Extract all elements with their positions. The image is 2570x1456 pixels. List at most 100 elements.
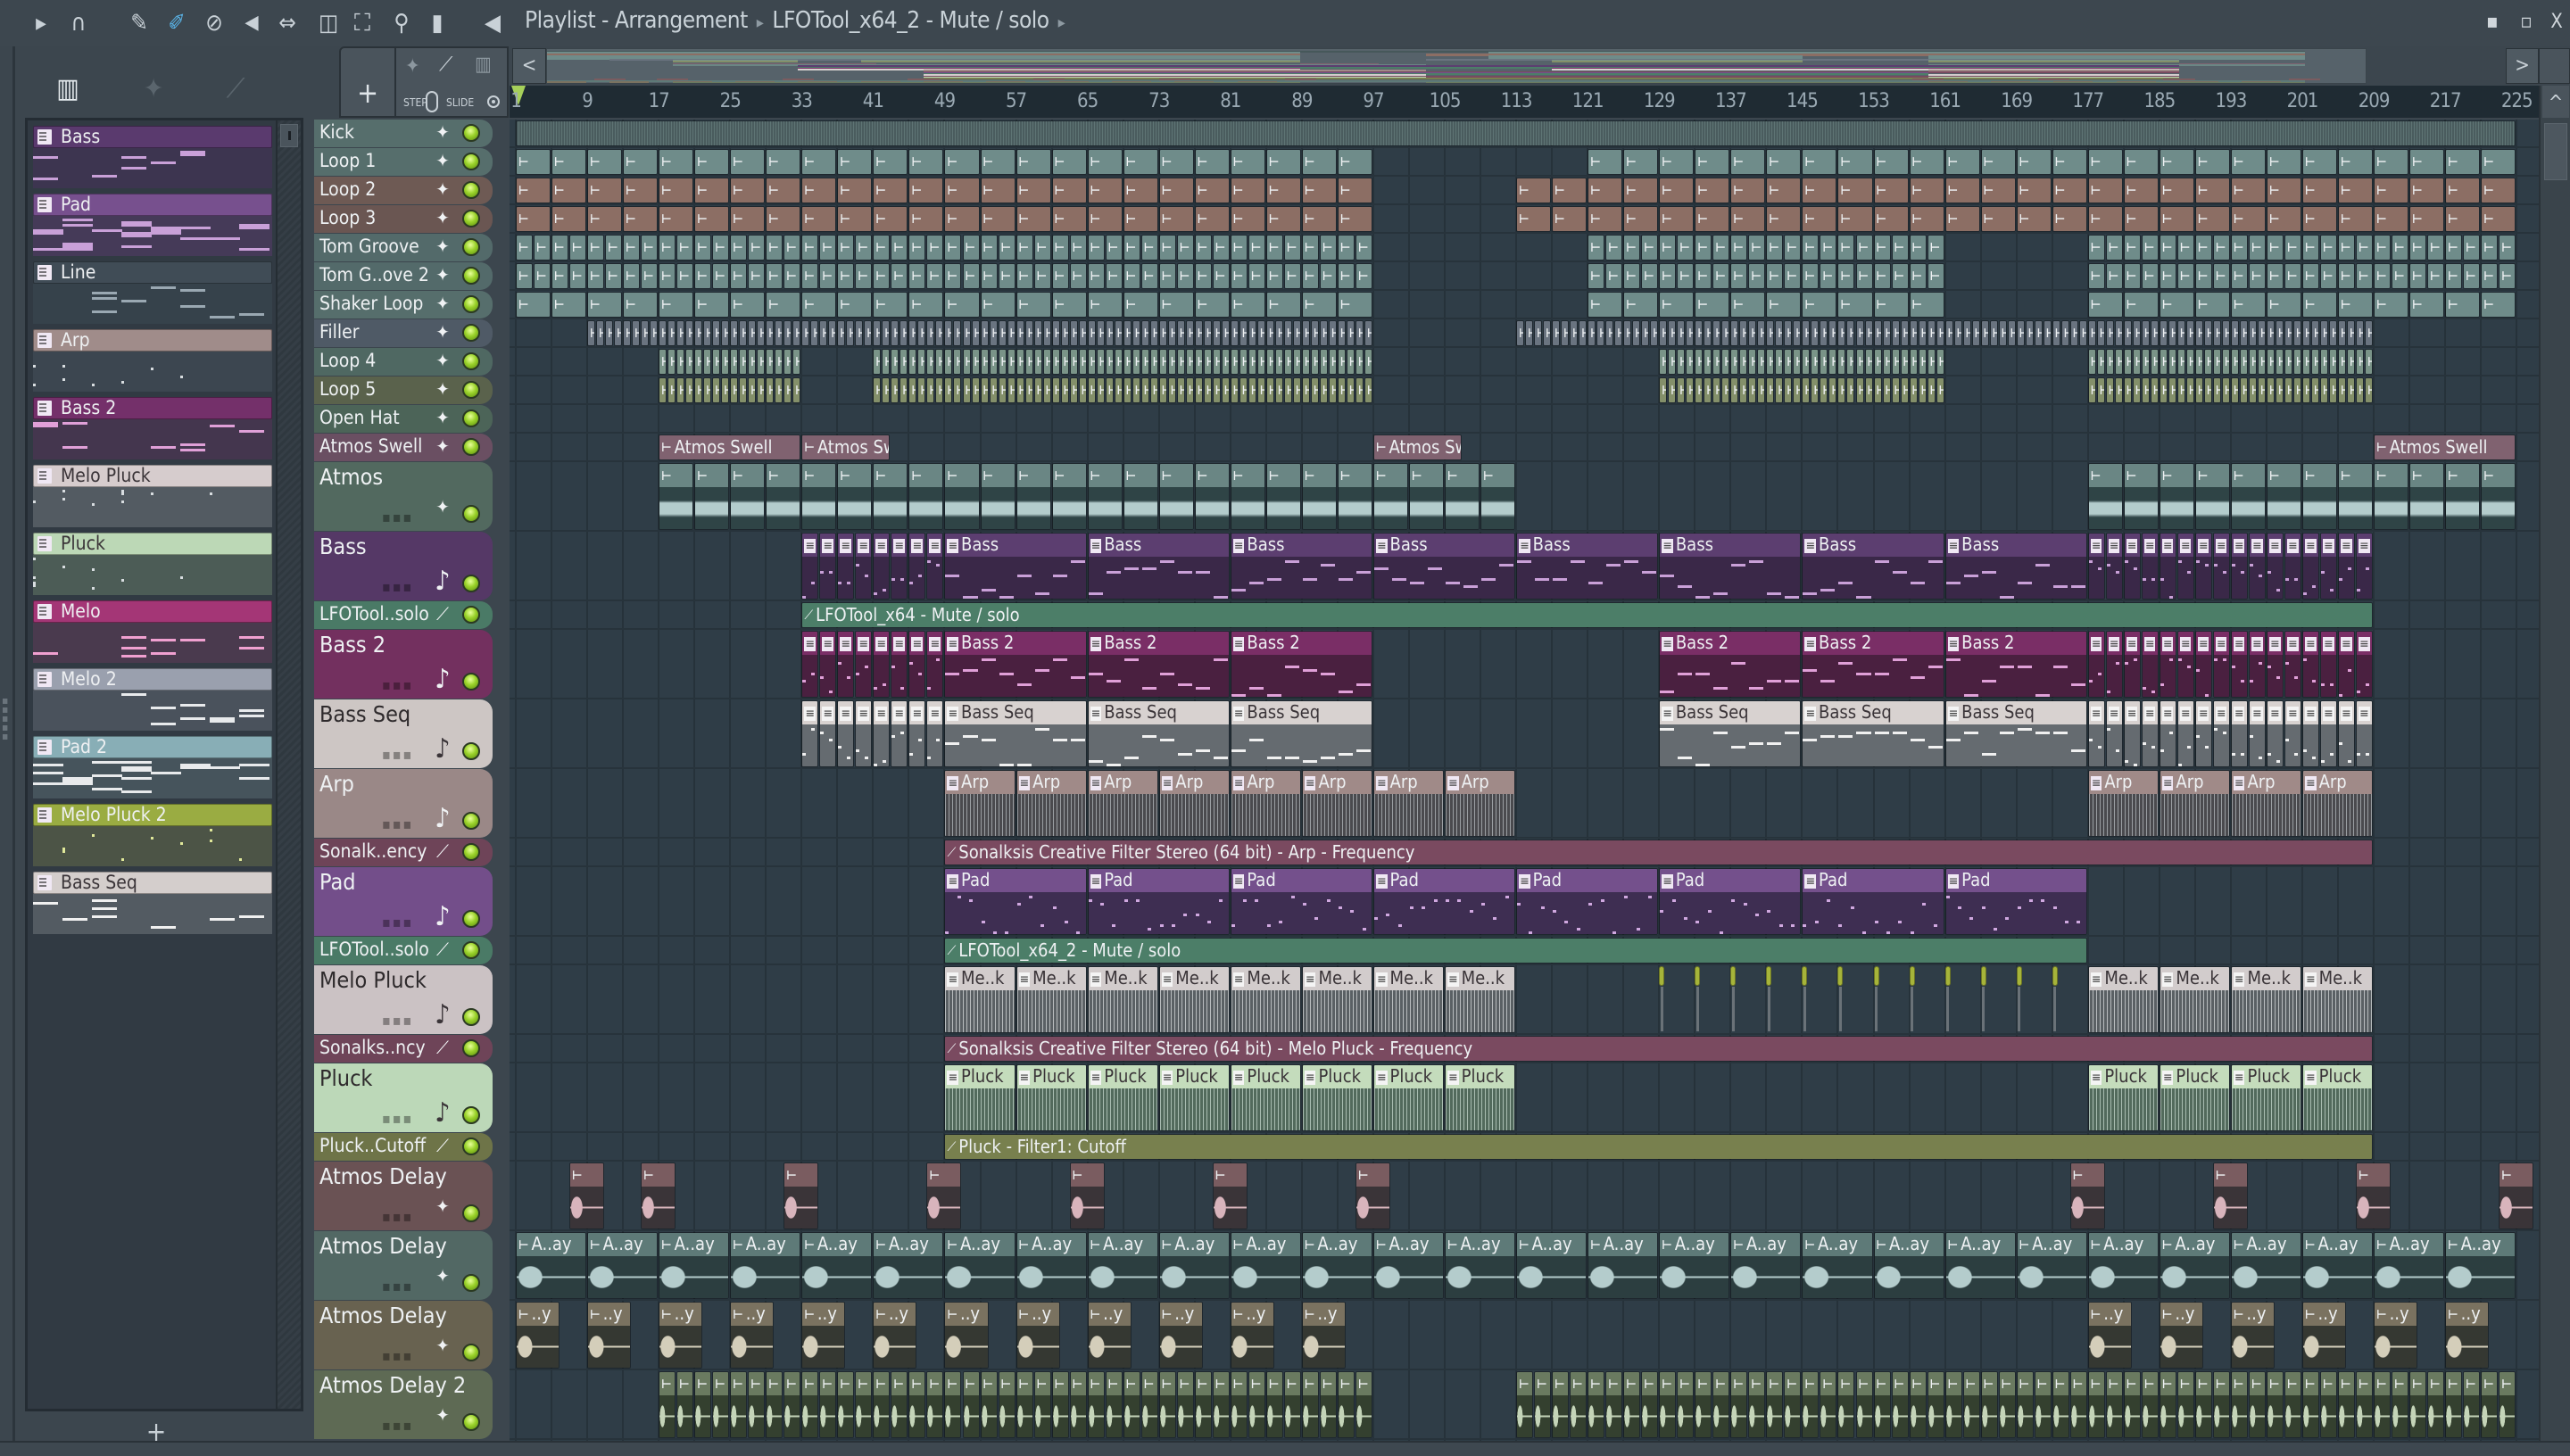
audio-clip[interactable]: ⊢ — [1516, 320, 1525, 346]
audio-clip[interactable]: ⊢ — [2159, 149, 2194, 175]
audio-clip[interactable]: ⊢ — [766, 320, 775, 346]
audio-clip[interactable]: ⊢ — [1837, 292, 1873, 318]
automation-clip-icon[interactable]: ⟋ — [439, 54, 452, 76]
audio-clip[interactable]: ⊢ — [1328, 320, 1337, 346]
audio-clip[interactable]: ⊢ — [1748, 235, 1766, 261]
audio-clip[interactable]: ⊢ — [1265, 292, 1301, 318]
audio-clip[interactable]: ⊢ — [1936, 320, 1944, 346]
pattern-clip[interactable]: ≡ — [2087, 631, 2105, 698]
audio-clip[interactable]: ⊢ — [587, 235, 605, 261]
mute-icon[interactable]: ◀ — [237, 9, 266, 37]
audio-clip[interactable]: ⊢ — [1087, 235, 1105, 261]
audio-clip[interactable]: ⊢ — [891, 235, 908, 261]
audio-clip[interactable]: ⊢ — [1936, 349, 1944, 375]
track-mute-led[interactable] — [462, 505, 480, 523]
audio-clip[interactable]: ⊢ — [1016, 292, 1051, 318]
audio-clip[interactable]: ⊢ — [667, 349, 676, 375]
audio-clip[interactable]: ⊢ — [1775, 320, 1784, 346]
audio-clip[interactable]: ⊢ — [1364, 377, 1372, 403]
audio-clip[interactable]: ⊢ — [2445, 263, 2463, 289]
audio-clip[interactable]: ⊢ — [1605, 235, 1623, 261]
audio-clip[interactable]: ⊢ — [2338, 178, 2374, 203]
audio-clip[interactable]: ⊢ — [766, 149, 801, 175]
track-options-icon[interactable]: ▪▪▪ — [382, 676, 413, 693]
audio-clip[interactable]: ⊢ — [1686, 377, 1695, 403]
audio-clip[interactable]: ⊢ — [2123, 235, 2141, 261]
audio-clip[interactable]: ⊢ — [2176, 235, 2194, 261]
track-mute-led[interactable] — [462, 210, 480, 228]
audio-clip[interactable]: ⊢ — [712, 263, 730, 289]
audio-clip[interactable]: ⊢ — [1337, 235, 1355, 261]
audio-clip[interactable]: ⊢ — [2338, 206, 2374, 232]
audio-clip[interactable]: ⊢ — [551, 206, 587, 232]
audio-clip[interactable]: ⊢ — [1337, 349, 1346, 375]
audio-clip[interactable]: ⊢ — [516, 178, 551, 203]
audio-clip[interactable]: ⊢ — [2221, 377, 2230, 403]
audio-clip[interactable]: ⊢ — [1087, 320, 1096, 346]
audio-clip[interactable]: ⊢ — [1158, 235, 1176, 261]
audio-clip[interactable]: ⊢ — [2338, 149, 2374, 175]
audio-clip[interactable]: ⊢ — [1748, 349, 1757, 375]
audio-clip[interactable]: ⊢ — [2257, 320, 2266, 346]
audio-clip[interactable]: ⊢ — [953, 320, 962, 346]
audio-clip[interactable]: ⊢ — [2212, 235, 2230, 261]
audio-clip[interactable]: ⊢ — [1784, 320, 1793, 346]
audio-clip[interactable]: ⊢ — [1087, 349, 1096, 375]
audio-clip[interactable]: ⊢ — [2356, 235, 2374, 261]
audio-clip[interactable]: ⊢ — [1918, 377, 1927, 403]
audio-clip[interactable]: ⊢ — [1105, 263, 1123, 289]
audio-clip[interactable]: ⊢ — [1176, 377, 1185, 403]
audio-clip[interactable]: ⊢ — [2150, 320, 2159, 346]
audio-clip[interactable]: ⊢ — [1802, 235, 1820, 261]
track-header[interactable]: Loop 3 ✦ — [314, 205, 493, 233]
track-mute-led[interactable] — [462, 1274, 480, 1292]
audio-clip[interactable]: ⊢ — [1837, 349, 1846, 375]
audio-clip[interactable]: ⊢ — [1114, 320, 1123, 346]
audio-clip[interactable]: ⊢ — [1140, 377, 1149, 403]
audio-clip[interactable]: ⊢ — [1588, 320, 1596, 346]
audio-clip[interactable]: ⊢ — [2025, 320, 2034, 346]
audio-clip[interactable]: ⊢ — [2016, 320, 2025, 346]
audio-clip[interactable]: ⊢ — [962, 320, 971, 346]
audio-clip[interactable]: ⊢ — [1283, 377, 1292, 403]
audio-clip[interactable]: ⊢ — [623, 149, 659, 175]
track-name[interactable]: Loop 1 — [319, 150, 376, 171]
audio-clip[interactable]: ⊢ — [1194, 235, 1212, 261]
track-header[interactable]: LFOTool..solo ⟋ — [314, 601, 493, 629]
audio-clip[interactable]: ⊢ — [2284, 349, 2292, 375]
audio-clip[interactable]: ⊢ — [1016, 178, 1051, 203]
audio-clip[interactable]: ⊢ — [2087, 463, 2123, 530]
audio-clip[interactable]: ⊢ — [1051, 320, 1060, 346]
audio-clip[interactable]: ⊢ — [2320, 235, 2338, 261]
audio-clip[interactable]: ⊢ — [605, 235, 623, 261]
track-mute-led[interactable] — [462, 910, 480, 928]
track-header[interactable]: Loop 1 ✦ — [314, 148, 493, 176]
audio-clip[interactable]: ⊢ — [712, 320, 721, 346]
audio-clip[interactable]: ⊢ — [980, 320, 989, 346]
maximize-button[interactable]: ▫ — [2515, 9, 2538, 36]
audio-clip[interactable]: ⊢ — [935, 320, 944, 346]
audio-clip[interactable]: ⊢ — [1588, 178, 1623, 203]
track-name[interactable]: Arp — [319, 771, 354, 797]
audio-clip[interactable]: ⊢ — [1882, 377, 1891, 403]
audio-clip[interactable]: ⊢ — [1686, 320, 1695, 346]
track-mute-led[interactable] — [462, 238, 480, 256]
audio-clip[interactable]: ⊢Atmos Swell — [801, 434, 891, 460]
track-mute-led[interactable] — [462, 352, 480, 370]
audio-clip[interactable]: ⊢ — [685, 349, 694, 375]
track-header[interactable]: LFOTool..solo ⟋ — [314, 937, 493, 964]
audio-clip[interactable]: ⊢ — [2123, 263, 2141, 289]
audio-clip[interactable]: ⊢ — [2266, 149, 2301, 175]
audio-clip[interactable]: ⊢ — [1855, 349, 1864, 375]
audio-clip[interactable]: ⊢ — [2060, 320, 2069, 346]
audio-clip[interactable]: ⊢ — [1739, 349, 1748, 375]
audio-clip[interactable]: ⊢ — [2409, 463, 2445, 530]
audio-clip[interactable]: ⊢ — [1346, 320, 1355, 346]
audio-clip[interactable]: ⊢ — [1337, 178, 1372, 203]
audio-clip[interactable]: ⊢ — [2311, 377, 2319, 403]
audio-clip[interactable]: ⊢ — [891, 349, 900, 375]
audio-clip[interactable]: ⊢ — [2481, 149, 2516, 175]
audio-clip[interactable]: ⊢ — [2365, 349, 2374, 375]
audio-clip[interactable]: ⊢ — [2087, 292, 2123, 318]
pattern-clip[interactable]: ≡ Bass Seq — [1230, 700, 1372, 767]
